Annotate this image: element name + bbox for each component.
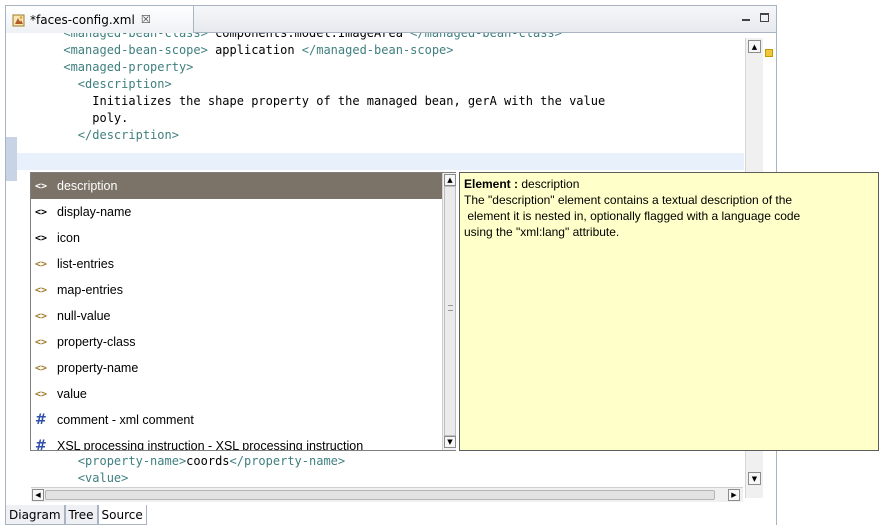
xml-tag: <managed-bean-class> <box>63 33 208 40</box>
proposal-label: description <box>57 179 118 193</box>
proposal-item[interactable]: <> map-entries <box>31 277 442 303</box>
window-controls <box>740 11 770 23</box>
code-line[interactable]: <managed-bean-class> components.model.Im… <box>20 33 562 42</box>
close-icon[interactable]: ☒ <box>141 13 151 26</box>
proposal-label: map-entries <box>57 283 123 297</box>
info-line: element it is nested in, optionally flag… <box>464 209 801 223</box>
tab-tree[interactable]: Tree <box>64 505 98 525</box>
element-icon: <> <box>35 284 48 296</box>
proposal-label: display-name <box>57 205 132 219</box>
editor-page-tabs: Diagram Tree Source <box>5 505 147 525</box>
scroll-left-button[interactable]: ◀ <box>32 489 44 501</box>
proposal-scroll-up-button[interactable]: ▲ <box>444 174 456 186</box>
content-assist-popup: <> description <> display-name <> icon <> list-… <box>30 172 456 451</box>
info-description: The "description" element contains a tex… <box>464 192 874 240</box>
xml-text: coords <box>186 454 230 468</box>
proposal-scroll-thumb[interactable] <box>444 186 456 436</box>
element-icon: <> <box>35 388 48 400</box>
xml-text: components.model.ImageArea <box>207 33 411 40</box>
code-line[interactable]: <property-name>coords</property-name> <box>20 453 345 470</box>
proposal-scrollbar[interactable]: ▲ ▼ <box>442 173 456 450</box>
proposal-item[interactable]: # comment - xml comment <box>31 407 442 433</box>
maximize-button[interactable] <box>758 11 770 23</box>
info-title-label: Element : <box>464 177 519 191</box>
proposal-item[interactable]: <> property-name <box>31 355 442 381</box>
proposal-label: property-name <box>57 361 139 375</box>
xml-file-icon <box>12 13 26 27</box>
xml-tag: <managed-property> <box>63 60 194 74</box>
tab-faces-config[interactable]: *faces-config.xml ☒ <box>6 6 194 33</box>
element-icon: <> <box>35 180 48 192</box>
left-ruler <box>6 33 17 484</box>
current-line-highlight <box>17 153 744 170</box>
code-line[interactable]: <value> <box>20 470 129 484</box>
tab-title: *faces-config.xml <box>30 12 135 27</box>
proposal-label: null-value <box>57 309 111 323</box>
proposal-item[interactable]: <> description <box>31 173 442 199</box>
xml-tag: </managed-bean-scope> <box>301 43 454 57</box>
info-line: The "description" element contains a tex… <box>464 193 793 207</box>
element-icon: <> <box>35 336 48 348</box>
editor-tabbar: *faces-config.xml ☒ <box>6 6 776 33</box>
xml-text: poly. <box>92 111 129 125</box>
hash-icon: # <box>35 412 47 428</box>
info-title: Element : description <box>464 176 874 192</box>
proposal-label: list-entries <box>57 257 114 271</box>
proposal-label: property-class <box>57 335 136 349</box>
xml-text: Initializes the shape property of the ma… <box>92 94 606 108</box>
additional-info-popup: Element : description The "description" … <box>459 172 879 451</box>
xml-tag: <value> <box>77 471 129 484</box>
minimize-icon <box>742 19 750 21</box>
horizontal-scrollbar[interactable]: ◀ ▶ <box>31 487 743 502</box>
xml-tag: </description> <box>77 128 179 142</box>
tab-diagram[interactable]: Diagram <box>5 505 65 525</box>
scroll-right-button[interactable]: ▶ <box>728 489 740 501</box>
xml-text: application <box>207 43 302 57</box>
element-icon: <> <box>35 206 48 218</box>
proposal-scroll-down-button[interactable]: ▼ <box>444 436 456 448</box>
proposal-label: icon <box>57 231 80 245</box>
xml-tag: <description> <box>77 77 172 91</box>
proposal-label: XSL processing instruction - XSL process… <box>57 439 364 450</box>
code-line[interactable]: <managed-property> <box>20 59 193 76</box>
element-icon: <> <box>35 310 48 322</box>
tab-source[interactable]: Source <box>97 505 147 525</box>
code-line[interactable]: </description> <box>20 127 179 144</box>
info-line: using the "xml:lang" attribute. <box>464 225 620 239</box>
code-line[interactable]: <description> <box>20 76 172 93</box>
scroll-up-button[interactable]: ▲ <box>748 40 761 53</box>
proposal-item[interactable]: <> null-value <box>31 303 442 329</box>
proposal-item[interactable]: <> display-name <box>31 199 442 225</box>
xml-tag: </property-name> <box>229 454 346 468</box>
code-line[interactable]: poly. <box>20 110 128 127</box>
proposal-item[interactable]: <> value <box>31 381 442 407</box>
left-ruler-highlight <box>6 137 17 181</box>
info-title-value: description <box>521 177 580 191</box>
maximize-icon <box>759 12 769 22</box>
horizontal-scroll-thumb[interactable] <box>45 490 715 500</box>
code-line[interactable]: Initializes the shape property of the ma… <box>20 93 605 110</box>
hash-icon: # <box>35 438 47 450</box>
proposal-label: comment - xml comment <box>57 413 194 427</box>
xml-tag: <managed-bean-scope> <box>63 43 208 57</box>
element-icon: <> <box>35 258 48 270</box>
warning-marker[interactable] <box>765 49 773 57</box>
grip-icon <box>448 305 453 311</box>
proposal-item[interactable]: <> list-entries <box>31 251 442 277</box>
scroll-down-button[interactable]: ▼ <box>748 472 761 485</box>
proposal-item[interactable]: <> property-class <box>31 329 442 355</box>
proposal-label: value <box>57 387 87 401</box>
element-icon: <> <box>35 362 48 374</box>
element-icon: <> <box>35 232 48 244</box>
xml-tag: <property-name> <box>77 454 187 468</box>
proposal-list[interactable]: <> description <> display-name <> icon <> list-… <box>31 173 442 450</box>
proposal-item[interactable]: <> icon <box>31 225 442 251</box>
code-line[interactable]: <managed-bean-scope> application </manag… <box>20 42 454 59</box>
proposal-item[interactable]: # XSL processing instruction - XSL proces… <box>31 433 442 450</box>
minimize-button[interactable] <box>740 11 752 23</box>
xml-tag: </managed-bean-class> <box>410 33 562 40</box>
